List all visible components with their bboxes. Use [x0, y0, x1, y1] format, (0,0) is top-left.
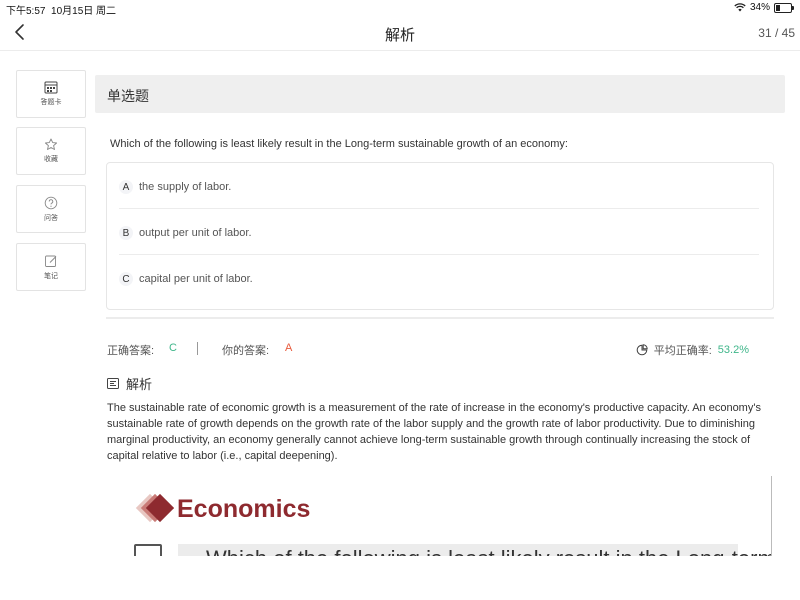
- option-a[interactable]: A the supply of labor.: [119, 164, 759, 210]
- option-divider: [119, 254, 759, 255]
- average-accuracy: 平均正确率: 53.2%: [636, 342, 749, 358]
- average-accuracy-label: 平均正确率:: [653, 345, 712, 357]
- page-counter: 31 / 45: [758, 26, 795, 40]
- question-icon: [44, 196, 58, 209]
- option-text: capital per unit of labor.: [139, 273, 253, 285]
- sidebar-item-label: 笔记: [44, 272, 58, 280]
- document-icon: [107, 378, 119, 389]
- book-icon: [134, 544, 162, 556]
- status-bar: 下午5:57 10月15日 周二 34%: [0, 0, 800, 17]
- answer-summary: 正确答案: C 你的答案: A 平均正确率: 53.2%: [107, 342, 773, 358]
- sidebar-item-label: 答题卡: [40, 99, 62, 106]
- sidebar-qa-button[interactable]: 问答: [16, 185, 86, 233]
- embedded-question-text: Which of the following is least likely r…: [206, 546, 772, 556]
- sidebar-item-label: 收藏: [44, 156, 58, 163]
- economics-title: Economics: [177, 495, 311, 523]
- option-letter: B: [119, 226, 133, 240]
- analysis-body: The sustainable rate of economic growth …: [107, 402, 761, 462]
- question-type-header: 单选题: [95, 75, 785, 113]
- star-icon: [44, 138, 58, 150]
- options-box: A the supply of labor. B output per unit…: [106, 162, 774, 310]
- option-letter: C: [119, 272, 133, 286]
- option-text: the supply of labor.: [139, 181, 232, 193]
- sidebar-note-button[interactable]: 笔记: [16, 243, 86, 291]
- section-divider: [106, 317, 774, 319]
- status-right: 34%: [734, 2, 794, 13]
- sidebar-answer-card-button[interactable]: 答题卡: [16, 70, 86, 118]
- option-c[interactable]: C capital per unit of labor.: [119, 256, 759, 302]
- average-accuracy-value: 53.2%: [717, 344, 749, 356]
- explanation-image: Economics Which of the following is leas…: [106, 476, 772, 556]
- economics-logo-icon: [135, 493, 174, 523]
- pie-chart-icon: [636, 344, 648, 356]
- option-text: output per unit of labor.: [139, 227, 252, 239]
- correct-answer-label: 正确答案:: [107, 345, 155, 357]
- option-b[interactable]: B output per unit of labor.: [119, 210, 759, 256]
- battery-percent: 34%: [749, 2, 770, 13]
- wifi-icon: [734, 3, 746, 12]
- option-divider: [119, 208, 759, 209]
- embedded-scroll-edge: [771, 476, 772, 556]
- question-text: Which of the following is least likely r…: [110, 138, 568, 150]
- note-icon: [45, 255, 57, 267]
- option-letter: A: [119, 180, 133, 194]
- question-type-label: 单选题: [107, 88, 149, 104]
- sidebar-favorite-button[interactable]: 收藏: [16, 127, 86, 175]
- your-answer-value: A: [285, 342, 293, 354]
- page-title: 解析: [384, 27, 415, 44]
- battery-icon: [774, 2, 794, 13]
- your-answer-label: 你的答案:: [222, 345, 270, 357]
- nav-bar: 解析 31 / 45: [0, 16, 800, 51]
- answer-card-icon: [44, 81, 58, 94]
- analysis-heading: 解析: [107, 374, 152, 393]
- analysis-heading-text: 解析: [126, 377, 153, 392]
- answer-separator: [197, 342, 198, 355]
- status-time: 下午5:57 10月15日 周二: [6, 2, 116, 17]
- correct-answer-value: C: [169, 342, 177, 354]
- sidebar-item-label: 问答: [44, 214, 58, 222]
